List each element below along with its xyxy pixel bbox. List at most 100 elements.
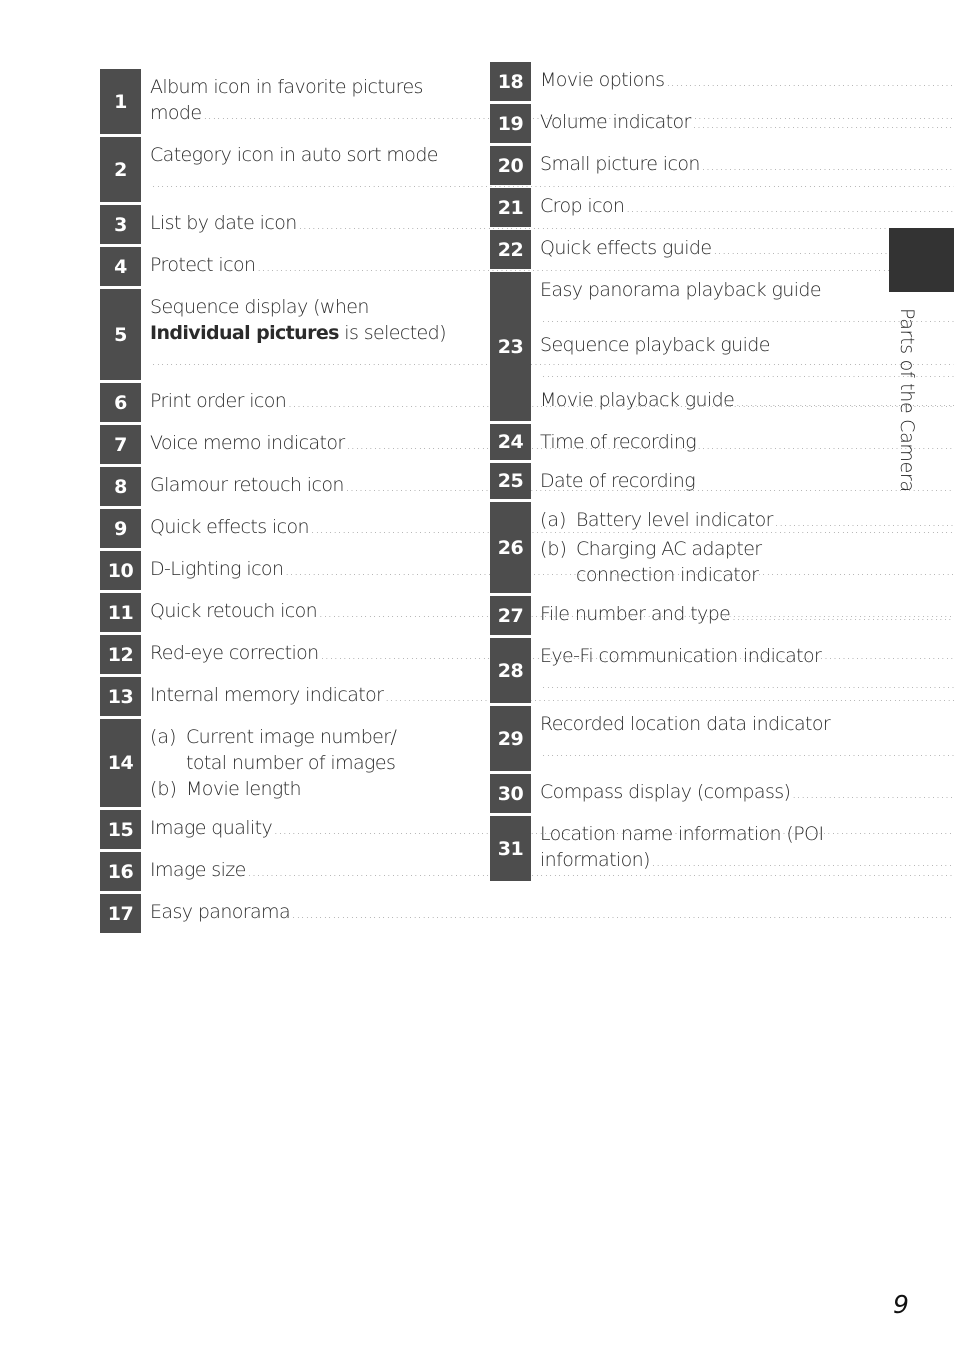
callout-number-box: 25: [490, 463, 531, 499]
index-entry: 18Movie options80,55: [490, 62, 845, 101]
callout-number-box: 6: [100, 383, 141, 422]
sub-item-label: (b): [150, 778, 177, 800]
index-entry: 8Glamour retouch icon74,17: [100, 467, 455, 506]
index-entry: 4Protect icon74,50: [100, 247, 455, 286]
entry-line: Movie options80,55: [540, 67, 954, 96]
entry-text: Eye-Fi communication indicator: [540, 645, 822, 667]
index-column-left: 1 Album icon in favorite pictures mode 5 2 Ca…: [100, 69, 455, 936]
section-label: Parts of the Camera: [896, 308, 918, 492]
entry-description: Easy panorama playback guide37,4Sequence…: [531, 272, 954, 421]
index-entry: 19Volume indicator81,52: [490, 104, 845, 143]
index-entry: 29Recorded location data indicator87: [490, 706, 845, 771]
index-entry: 22Quick effects guide28: [490, 230, 845, 269]
entry-description: File number and type96: [531, 596, 954, 635]
index-entry: 28Eye-Fi communication indicator84,77: [490, 638, 845, 703]
entry-text: Recorded location data indicator: [540, 713, 831, 735]
callout-number-box: 8: [100, 467, 141, 506]
entry-line: 87: [540, 737, 954, 766]
callout-number-box: 22: [490, 230, 531, 269]
index-entry: 31 Location name information (POI informat…: [490, 816, 845, 881]
entry-text: Time of recording: [540, 431, 697, 453]
dot-leader: [693, 112, 954, 138]
entry-line: 75,11: [540, 358, 954, 387]
callout-number-box: 9: [100, 509, 141, 548]
entry-line: Sequence playback guide: [540, 332, 954, 358]
callout-number-box: 11: [100, 593, 141, 632]
entry-description: Time of recording: [531, 424, 845, 460]
dot-leader: [666, 70, 954, 96]
callout-number-box: 15: [100, 810, 141, 849]
entry-line: Time of recording: [540, 429, 845, 455]
entry-text: total number of images: [186, 752, 396, 774]
callout-number-box: 3: [100, 205, 141, 244]
dot-leader: [542, 361, 954, 387]
entry-text: Red-eye correction: [150, 642, 319, 664]
callout-number-box: 29: [490, 706, 531, 771]
entry-text: Small picture icon: [540, 153, 700, 175]
entry-line: (a)Battery level indicator20: [540, 507, 954, 536]
index-entry: 1Album icon in favorite picturesmode5: [100, 69, 455, 134]
entry-line: Small picture icon74,18: [540, 151, 954, 180]
dot-leader: [792, 782, 954, 808]
entry-text: Location name information (POI: [540, 823, 824, 845]
entry-text: Quick effects guide: [540, 237, 712, 259]
index-entry: 23Easy panorama playback guide37,4Sequen…: [490, 272, 845, 421]
sub-item-label: (a): [540, 509, 567, 531]
entry-text: Internal memory indicator: [150, 684, 384, 706]
index-entry: 25 Date of recording: [490, 463, 845, 499]
entry-description: Easy panorama37: [141, 894, 954, 933]
callout-number-box: 18: [490, 62, 531, 101]
entry-text: Image size: [150, 859, 246, 881]
index-column-right: 18Movie options80,5519Volume indicator81…: [490, 62, 845, 884]
entry-text: Image quality: [150, 817, 273, 839]
callout-number-box: 13: [100, 677, 141, 716]
index-entry: 20Small picture icon74,18: [490, 146, 845, 185]
entry-text: Protect icon: [150, 254, 256, 276]
entry-text: Crop icon: [540, 195, 625, 217]
index-entry: 6Print order icon74,46: [100, 383, 455, 422]
callout-number-box: 1: [100, 69, 141, 134]
dot-leader: [542, 672, 954, 698]
entry-text: Date of recording: [540, 470, 696, 492]
callout-number-box: 31: [490, 816, 531, 881]
entry-line: information)87: [540, 847, 954, 876]
entry-line: Easy panorama37: [150, 899, 954, 928]
entry-text: Quick retouch icon: [150, 600, 318, 622]
entry-description: Volume indicator81,52: [531, 104, 954, 143]
entry-text: Movie playback guide: [540, 389, 735, 411]
entry-text: Current image number/: [186, 726, 397, 748]
entry-text: Movie length: [186, 778, 302, 800]
entry-text: Movie options: [540, 69, 665, 91]
callout-number-box: 4: [100, 247, 141, 286]
entry-description: Recorded location data indicator87: [531, 706, 954, 771]
index-entry: 27File number and type96: [490, 596, 845, 635]
callout-number-box: 24: [490, 424, 531, 460]
entry-text: Sequence playback guide: [540, 334, 770, 356]
sub-item-label: (a): [150, 726, 177, 748]
callout-number-box: 12: [100, 635, 141, 674]
entry-description: Crop icon72,19: [531, 188, 954, 227]
sub-item-label: (b): [540, 538, 567, 560]
index-entry: 14 (a) Current image number/total number o…: [100, 719, 455, 807]
callout-number-box: 14: [100, 719, 141, 807]
index-entry: 16Image size62,30: [100, 852, 455, 891]
entry-text: Voice memo indicator: [150, 432, 345, 454]
index-entry: 11Quick retouch icon74,15: [100, 593, 455, 632]
setting-name: Individual pictures: [150, 322, 339, 344]
entry-text: List by date icon: [150, 212, 297, 234]
callout-number-box: 21: [490, 188, 531, 227]
entry-text: Charging AC adapter: [576, 538, 762, 560]
callout-number-box: 23: [490, 272, 531, 421]
callout-number-box: 10: [100, 551, 141, 590]
callout-number-box: 19: [490, 104, 531, 143]
callout-number-box: 30: [490, 774, 531, 813]
dot-leader: [626, 196, 954, 222]
dot-leader: [292, 902, 954, 928]
dot-leader: [542, 740, 954, 766]
entry-text: mode: [150, 102, 202, 124]
entry-line: Location name information (POI: [540, 821, 954, 847]
entry-line: Compass display (compass)92: [540, 779, 954, 808]
entry-line: Volume indicator81,52: [540, 109, 954, 138]
callout-number-box: 28: [490, 638, 531, 703]
callout-number-box: 2: [100, 137, 141, 202]
